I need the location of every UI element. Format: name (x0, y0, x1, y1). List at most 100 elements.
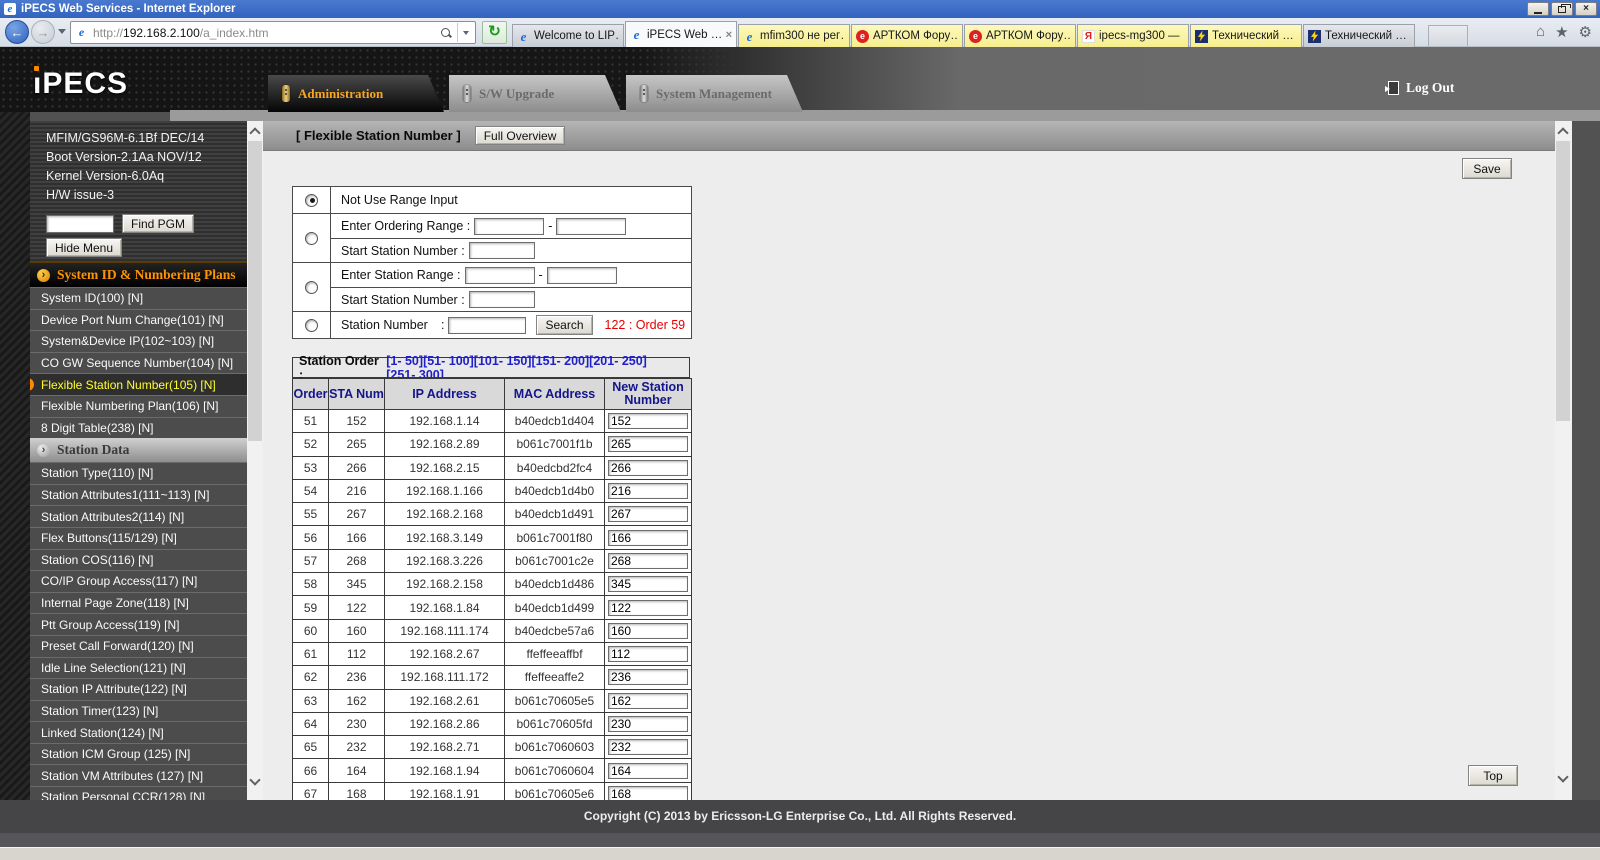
home-icon[interactable]: ⌂ (1536, 23, 1545, 41)
address-dropdown-icon[interactable] (457, 23, 473, 42)
sidebar-menu-item[interactable]: Station Attributes2(114) [N] (30, 505, 247, 527)
nav-tab-s-w-upgrade[interactable]: S/W Upgrade (449, 75, 621, 112)
sidebar-menu-item[interactable]: Preset Call Forward(120) [N] (30, 635, 247, 657)
browser-tab[interactable]: e iPECS Web … × (625, 21, 737, 47)
new-station-number-input[interactable] (608, 739, 688, 755)
ordering-start-station-input[interactable] (469, 242, 535, 259)
browser-tab[interactable]: Я ipecs-mg300 — … (1077, 24, 1189, 47)
forward-button[interactable]: → (31, 20, 55, 44)
browser-tab[interactable]: e АРТКОМ Фору… (851, 24, 963, 47)
browser-tab[interactable]: e mfim300 не рег… (738, 24, 850, 47)
scroll-down-icon[interactable] (1557, 771, 1568, 782)
find-pgm-button[interactable]: Find PGM (122, 214, 194, 233)
top-button[interactable]: Top (1468, 765, 1518, 786)
sidebar-menu-item[interactable]: Internal Page Zone(118) [N] (30, 592, 247, 614)
station-number-input[interactable] (448, 317, 526, 334)
sidebar-menu-item[interactable]: CO GW Sequence Number(104) [N] (30, 352, 247, 374)
browser-tab[interactable]: e АРТКОМ Фору… (964, 24, 1076, 47)
minimize-button[interactable] (1527, 2, 1549, 16)
sidebar-menu-item[interactable]: Flex Buttons(115/129) [N] (30, 527, 247, 549)
logout-button[interactable]: Log Out (1388, 80, 1454, 96)
new-station-number-input[interactable] (608, 460, 688, 476)
new-station-number-input[interactable] (608, 506, 688, 522)
sidebar-menu-item[interactable]: System ID(100) [N] (30, 287, 247, 309)
refresh-button[interactable]: ↻ (482, 21, 507, 44)
sidebar-menu-item[interactable]: Station Type(110) [N] (30, 462, 247, 484)
hide-menu-button[interactable]: Hide Menu (46, 238, 122, 257)
browser-tab[interactable]: e Welcome to LIP… (512, 24, 624, 47)
back-button[interactable]: ← (5, 20, 29, 44)
new-station-number-input[interactable] (608, 483, 688, 499)
ordering-range-from-input[interactable] (474, 218, 544, 235)
new-station-number-input[interactable] (608, 693, 688, 709)
new-station-number-input[interactable] (608, 553, 688, 569)
search-button[interactable]: Search (536, 315, 592, 335)
scroll-down-icon[interactable] (249, 774, 260, 785)
new-station-number-input[interactable] (608, 530, 688, 546)
radio-ordering-range[interactable] (305, 232, 318, 245)
settings-gear-icon[interactable]: ⚙ (1579, 23, 1592, 41)
radio-not-use-range[interactable] (305, 194, 318, 207)
sidebar-menu-item[interactable]: Station ICM Group (125) [N] (30, 743, 247, 765)
sidebar-menu-item[interactable]: System&Device IP(102~103) [N] (30, 330, 247, 352)
new-station-number-input[interactable] (608, 413, 688, 429)
find-pgm-input[interactable] (46, 215, 114, 233)
sidebar-menu-item[interactable]: Flexible Station Number(105) [N] (30, 373, 247, 395)
tab-close-icon[interactable]: × (726, 29, 732, 41)
station-order-range-link[interactable]: [201- 250] (589, 354, 647, 368)
scroll-up-icon[interactable] (249, 127, 260, 138)
new-tab-button[interactable] (1428, 25, 1468, 46)
full-overview-button[interactable]: Full Overview (475, 126, 566, 145)
new-station-number-input[interactable] (608, 646, 688, 662)
search-icon[interactable] (439, 26, 453, 40)
close-button[interactable]: × (1575, 2, 1597, 16)
sidebar-menu-item[interactable]: Station IP Attribute(122) [N] (30, 678, 247, 700)
station-range-to-input[interactable] (547, 267, 617, 284)
new-station-number-input[interactable] (608, 786, 688, 800)
sidebar-scrollbar[interactable] (247, 121, 263, 800)
url-text[interactable]: http://192.168.2.100/a_index.htm (93, 26, 439, 40)
sidebar-menu-item[interactable]: Flexible Numbering Plan(106) [N] (30, 395, 247, 417)
save-button[interactable]: Save (1462, 158, 1512, 179)
restore-button[interactable] (1551, 2, 1573, 16)
scrollbar-thumb[interactable] (248, 141, 262, 441)
sidebar-menu-item[interactable]: Device Port Num Change(101) [N] (30, 309, 247, 331)
station-order-range-link[interactable]: [101- 150] (474, 354, 532, 368)
station-order-range-link[interactable]: [1- 50] (386, 354, 423, 368)
new-station-number-input[interactable] (608, 576, 688, 592)
new-station-number-input[interactable] (608, 669, 688, 685)
address-bar[interactable]: e http://192.168.2.100/a_index.htm (70, 21, 476, 44)
browser-tab[interactable]: Технический … (1303, 24, 1415, 47)
content-scrollbar[interactable] (1555, 121, 1572, 800)
station-start-station-input[interactable] (469, 291, 535, 308)
history-dropdown-icon[interactable] (58, 29, 66, 34)
browser-tab[interactable]: Технический … (1190, 24, 1302, 47)
scrollbar-thumb[interactable] (1556, 141, 1570, 421)
new-station-number-input[interactable] (608, 716, 688, 732)
ordering-range-to-input[interactable] (556, 218, 626, 235)
table-row: 62 236 192.168.111.172 ffeffeeaffe2 (293, 665, 691, 688)
sidebar-menu-item[interactable]: Station VM Attributes (127) [N] (30, 764, 247, 786)
favorites-star-icon[interactable]: ★ (1555, 23, 1568, 41)
station-order-range-link[interactable]: [151- 200] (531, 354, 589, 368)
nav-tab-system-management[interactable]: System Management (626, 75, 803, 112)
scroll-up-icon[interactable] (1557, 127, 1568, 138)
new-station-number-input[interactable] (608, 600, 688, 616)
sidebar-menu-item[interactable]: Idle Line Selection(121) [N] (30, 657, 247, 679)
new-station-number-input[interactable] (608, 623, 688, 639)
station-range-from-input[interactable] (465, 267, 535, 284)
sidebar-menu-item[interactable]: CO/IP Group Access(117) [N] (30, 570, 247, 592)
radio-station-range[interactable] (305, 281, 318, 294)
sidebar-menu-item[interactable]: Station Attributes1(111~113) [N] (30, 484, 247, 506)
sidebar-menu-item[interactable]: Ptt Group Access(119) [N] (30, 613, 247, 635)
station-order-range-link[interactable]: [51- 100] (423, 354, 474, 368)
nav-tab-administration[interactable]: Administration (268, 75, 444, 112)
sidebar-menu-item[interactable]: 8 Digit Table(238) [N] (30, 417, 247, 439)
new-station-number-input[interactable] (608, 436, 688, 452)
sidebar-menu-item[interactable]: Station Timer(123) [N] (30, 700, 247, 722)
new-station-number-input[interactable] (608, 763, 688, 779)
sidebar-menu-item[interactable]: Station COS(116) [N] (30, 549, 247, 571)
sidebar-menu-item[interactable]: Station Personal CCR(128) [N] (30, 786, 247, 800)
sidebar-menu-item[interactable]: Linked Station(124) [N] (30, 721, 247, 743)
radio-station-number[interactable] (305, 319, 318, 332)
